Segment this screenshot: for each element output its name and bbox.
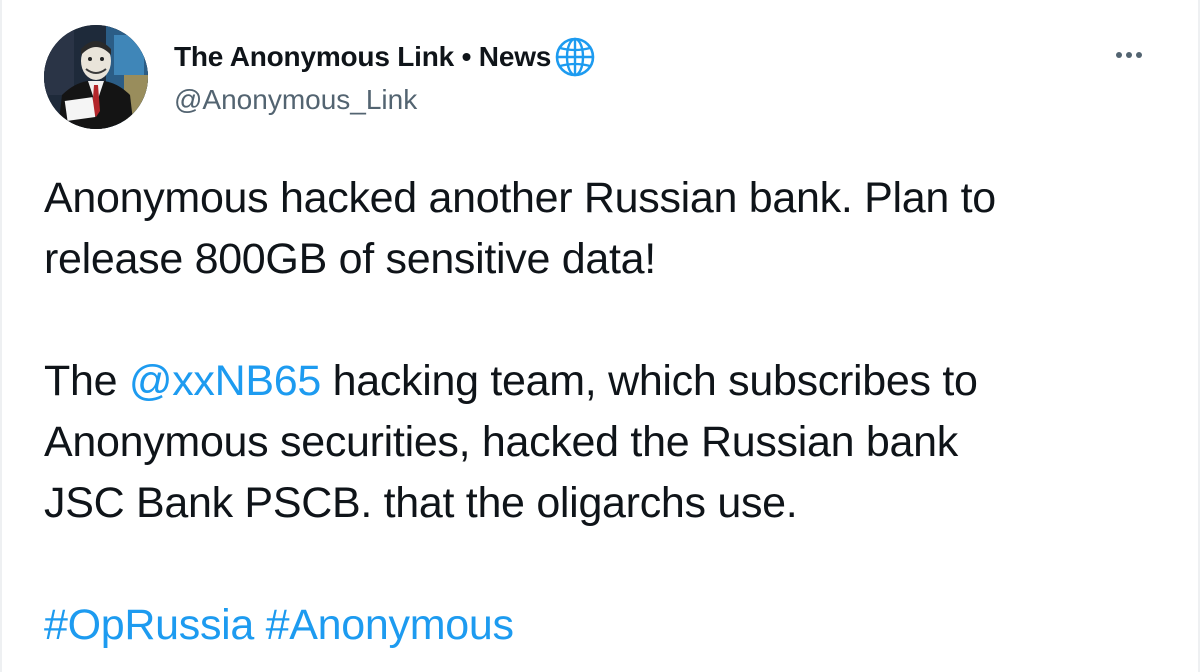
- tweet-line: Anonymous hacked another Russian bank. P…: [44, 174, 996, 222]
- more-dot-icon: [1126, 52, 1132, 58]
- tweet-line: Anonymous securities, hacked the Russian…: [44, 418, 958, 466]
- tweet-line: The @xxNB65 hacking team, which subscrib…: [44, 351, 1164, 412]
- tweet-text: Anonymous hacked another Russian bank. P…: [44, 168, 1164, 656]
- more-dot-icon: [1116, 52, 1122, 58]
- mention-link[interactable]: @xxNB65: [129, 357, 321, 405]
- avatar[interactable]: [44, 25, 148, 129]
- more-options-button[interactable]: [1108, 40, 1150, 70]
- author-handle[interactable]: @Anonymous_Link: [174, 84, 417, 116]
- globe-icon: [553, 35, 597, 79]
- hashtag-line: #OpRussia #Anonymous: [44, 595, 1164, 656]
- author-name-row: The Anonymous Link • News: [174, 37, 597, 77]
- tweet-line: release 800GB of sensitive data!: [44, 235, 656, 283]
- hashtag-link[interactable]: #Anonymous: [266, 601, 514, 649]
- tweet-text-segment: The: [44, 357, 129, 405]
- tweet-card: The Anonymous Link • News @Anonymous_Lin…: [0, 0, 1200, 672]
- tweet-text-segment: hacking team, which subscribes to: [320, 357, 978, 405]
- display-name[interactable]: The Anonymous Link • News: [174, 41, 551, 73]
- hashtag-link[interactable]: #OpRussia: [44, 601, 254, 649]
- more-dot-icon: [1136, 52, 1142, 58]
- tweet-line: JSC Bank PSCB. that the oligarchs use.: [44, 479, 798, 527]
